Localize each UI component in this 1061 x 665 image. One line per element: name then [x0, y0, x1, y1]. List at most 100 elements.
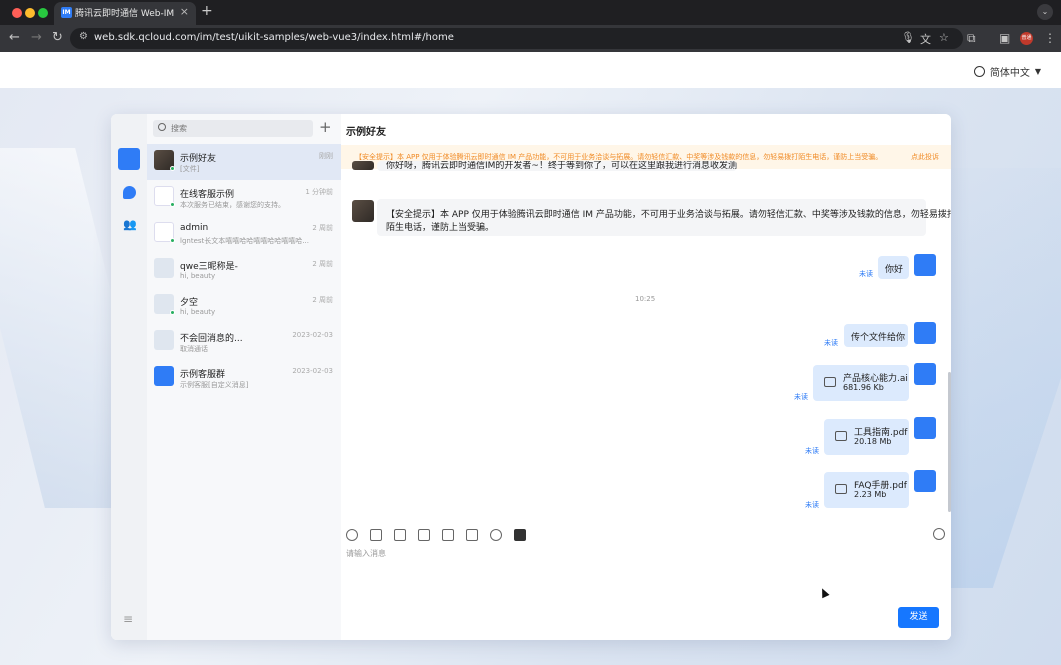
- file-message[interactable]: 工具指南.pdf 20.18 Mb: [824, 419, 909, 455]
- search-icon: [158, 123, 166, 131]
- unread-status: 未读: [794, 393, 808, 401]
- unread-status: 未读: [805, 501, 819, 509]
- conversation-item[interactable]: 示例好友 刚刚 [文件]: [147, 144, 341, 180]
- terminal-icon[interactable]: [514, 529, 526, 541]
- conversation-name: 示例客服群: [180, 370, 226, 380]
- conversation-item[interactable]: qwe三昵称是- 2 周前 hi, beauty: [147, 252, 341, 288]
- conversation-last-message: 本次服务已结束，感谢您的支持。: [180, 201, 285, 209]
- unread-status: 未读: [824, 339, 838, 347]
- folder-icon: [835, 484, 847, 494]
- translate-icon[interactable]: 文: [920, 31, 931, 47]
- address-bar[interactable]: ⚙ web.sdk.qcloud.com/im/test/uikit-sampl…: [70, 28, 963, 49]
- forward-button[interactable]: →: [31, 30, 42, 45]
- send-button[interactable]: 发送: [898, 607, 939, 628]
- nav-rail: 👥 ≡: [111, 114, 147, 640]
- file-size: 681.96 Kb: [843, 383, 884, 392]
- more-menu-icon[interactable]: ⋮: [1044, 31, 1056, 45]
- search-input[interactable]: 搜索: [153, 120, 313, 137]
- conversation-time: 2023-02-03: [292, 331, 333, 339]
- conversation-last-message: hi, beauty: [180, 308, 216, 316]
- message-bubble: 【安全提示】本 APP 仅用于体验腾讯云即时通信 IM 产品功能，不可用于业务洽…: [377, 199, 951, 236]
- conversation-last-message: hi, beauty: [180, 272, 216, 280]
- browser-tab-bar: IM 腾讯云即时通信 Web-IM × + ⌄: [0, 0, 1061, 25]
- contacts-icon[interactable]: 👥: [123, 218, 137, 231]
- conversation-item[interactable]: 夕空 2 周前 hi, beauty: [147, 288, 341, 324]
- file-message[interactable]: FAQ手册.pdf 2.23 Mb: [824, 472, 909, 508]
- online-status-dot: [170, 202, 175, 207]
- conversation-time: 刚刚: [319, 152, 333, 160]
- close-tab-icon[interactable]: ×: [180, 5, 189, 18]
- chevron-down-icon[interactable]: ⌄: [1037, 4, 1053, 20]
- conversation-last-message: [文件]: [180, 165, 200, 173]
- language-selector[interactable]: 简体中文 ▼: [973, 64, 1041, 79]
- file-size: 20.18 Mb: [854, 437, 892, 446]
- microphone-icon[interactable]: 🎙: [901, 31, 915, 44]
- minimize-window-button[interactable]: [25, 8, 35, 18]
- message-scrollbar[interactable]: [948, 372, 951, 512]
- user-avatar[interactable]: [118, 148, 140, 170]
- conversation-item[interactable]: 在线客服示例 1 分钟前 本次服务已结束，感谢您的支持。: [147, 180, 341, 216]
- camera-icon[interactable]: [442, 529, 454, 541]
- report-link[interactable]: 点此投诉: [911, 152, 939, 162]
- back-button[interactable]: ←: [9, 30, 20, 45]
- avatar: [154, 330, 174, 350]
- file-message[interactable]: 产品核心能力.ai 681.96 Kb: [813, 365, 909, 401]
- browser-toolbar: ← → ↻ ⚙ web.sdk.qcloud.com/im/test/uikit…: [0, 25, 1061, 52]
- message-timestamp: 10:25: [635, 295, 656, 303]
- close-window-button[interactable]: [12, 8, 22, 18]
- group-avatar: [154, 366, 174, 386]
- conversation-item[interactable]: 示例客服群 2023-02-03 示例客服[自定义消息]: [147, 360, 341, 396]
- message-text: 【安全提示】本 APP 仅用于体验腾讯云即时通信 IM 产品功能，不可用于业务洽…: [386, 210, 951, 220]
- folder-icon: [824, 377, 836, 387]
- image-icon[interactable]: [370, 529, 382, 541]
- self-avatar: [914, 470, 936, 492]
- new-tab-button[interactable]: +: [201, 3, 213, 19]
- zoom-window-button[interactable]: [38, 8, 48, 18]
- message-input[interactable]: 请输入消息: [346, 548, 386, 559]
- conversation-name: 在线客服示例: [180, 190, 235, 200]
- favicon-icon: IM: [61, 7, 72, 18]
- peer-avatar: [352, 200, 374, 222]
- conversation-item[interactable]: 不会回消息的... 2023-02-03 取消通话: [147, 324, 341, 360]
- conversation-last-message: 取消通话: [180, 345, 208, 353]
- folder-icon: [835, 431, 847, 441]
- video-icon[interactable]: [418, 529, 430, 541]
- conversation-name: 夕空: [180, 298, 199, 308]
- conversation-name: 不会回消息的...: [180, 334, 243, 344]
- caret-down-icon: ▼: [1034, 67, 1041, 76]
- conversation-last-message: lgntest长文本嘻嘻哈哈嘻嘻哈哈嘻嘻哈...: [180, 237, 309, 245]
- history-icon[interactable]: [933, 528, 945, 540]
- conversation-last-message: 示例客服[自定义消息]: [180, 381, 249, 389]
- search-placeholder: 搜索: [171, 124, 187, 133]
- extensions-icon[interactable]: ⧉: [967, 31, 976, 46]
- evaluate-icon[interactable]: [466, 529, 478, 541]
- url-text: web.sdk.qcloud.com/im/test/uikit-samples…: [94, 32, 454, 43]
- avatar: [154, 258, 174, 278]
- message-bubble: 你好: [878, 256, 909, 279]
- self-avatar: [914, 254, 936, 276]
- unread-status: 未读: [805, 447, 819, 455]
- side-panel-icon[interactable]: ▣: [999, 31, 1010, 45]
- self-avatar: [914, 363, 936, 385]
- menu-icon[interactable]: ≡: [123, 612, 133, 626]
- chat-icon[interactable]: [123, 186, 136, 199]
- globe-icon: [973, 66, 985, 77]
- profile-avatar[interactable]: 普通: [1020, 32, 1033, 45]
- conversation-name: 示例好友: [180, 154, 217, 164]
- reload-button[interactable]: ↻: [52, 30, 63, 45]
- browser-tab[interactable]: IM 腾讯云即时通信 Web-IM ×: [54, 2, 196, 25]
- emoji-icon[interactable]: [346, 529, 358, 541]
- tab-title: 腾讯云即时通信 Web-IM: [75, 9, 175, 19]
- file-size: 2.23 Mb: [854, 490, 887, 499]
- add-conversation-button[interactable]: +: [319, 118, 332, 136]
- folder-icon[interactable]: [394, 529, 406, 541]
- conversation-time: 2 周前: [312, 224, 333, 232]
- bookmark-star-icon[interactable]: ☆: [939, 31, 949, 44]
- call-icon[interactable]: [490, 529, 502, 541]
- online-status-dot: [170, 310, 175, 315]
- web-page: 简体中文 ▼ 👥 ≡ 搜索 + 示例好友 刚刚 [文件] 在线客服示例 1 分钟…: [0, 52, 1061, 665]
- conversation-item[interactable]: admin 2 周前 lgntest长文本嘻嘻哈哈嘻嘻哈哈嘻嘻哈...: [147, 216, 341, 252]
- conversation-time: 2 周前: [312, 260, 333, 268]
- site-settings-icon[interactable]: ⚙: [79, 31, 88, 42]
- unread-status: 未读: [859, 270, 873, 278]
